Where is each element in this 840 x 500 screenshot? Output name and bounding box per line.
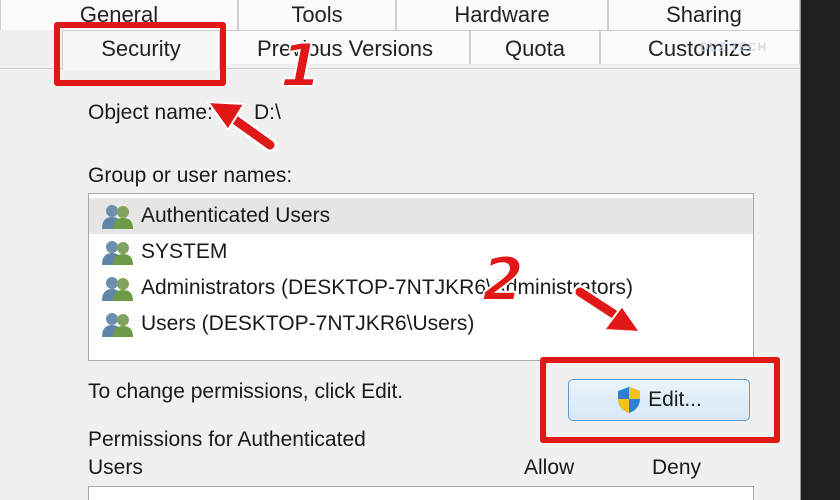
arrow-to-object-name-icon	[205, 100, 277, 152]
tab-security[interactable]: Security	[62, 30, 220, 70]
arrow-to-edit-button-icon	[573, 285, 642, 334]
annotation-arrows	[205, 100, 642, 334]
